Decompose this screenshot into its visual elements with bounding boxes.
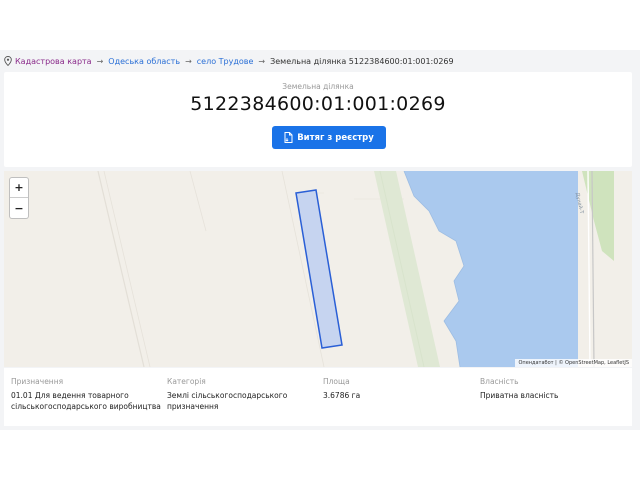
zoom-in-button[interactable]: + [10, 178, 28, 198]
zoom-control: + − [9, 177, 29, 219]
area-label: Площа [323, 377, 350, 386]
map-attribution[interactable]: Опендатабот | © OpenStreetMap, LeafletJS [515, 359, 632, 367]
purpose-field: Призначення 01.01 Для ведення товарного … [11, 377, 161, 412]
breadcrumb-separator: → [185, 56, 192, 66]
map-tiles: Дунай-Т [4, 171, 632, 367]
breadcrumb-separator: → [96, 56, 104, 66]
purpose-value-line1: 01.01 Для ведення товарного [11, 391, 129, 400]
ownership-value: Приватна власність [480, 391, 559, 400]
parcel-info: Призначення 01.01 Для ведення товарного … [4, 368, 632, 426]
category-field: Категорія Землі сільськогосподарського п… [167, 377, 317, 412]
document-icon [284, 132, 293, 143]
area-field: Площа 3.6786 га [323, 377, 473, 401]
breadcrumb: Кадастрова карта → Одеська область → сел… [4, 54, 454, 68]
area-value: 3.6786 га [323, 391, 361, 400]
location-pin-icon [4, 56, 12, 66]
registry-extract-label: Витяг з реєстру [297, 132, 374, 143]
breadcrumb-current: Земельна ділянка 5122384600:01:001:0269 [270, 56, 454, 66]
purpose-value-line2: сільськогосподарського виробництва [11, 402, 161, 411]
breadcrumb-link-region[interactable]: Одеська область [108, 57, 180, 66]
parcel-header-card: Земельна ділянка 5122384600:01:001:0269 … [4, 72, 632, 167]
breadcrumb-link-village[interactable]: село Трудове [197, 57, 254, 66]
category-value-line2: призначення [167, 402, 219, 411]
purpose-label: Призначення [11, 377, 64, 386]
zoom-out-button[interactable]: − [10, 198, 28, 218]
cadastral-number: 5122384600:01:001:0269 [190, 93, 446, 115]
category-value-line1: Землі сільськогосподарського [167, 391, 288, 400]
ownership-field: Власність Приватна власність [480, 377, 630, 401]
category-label: Категорія [167, 377, 206, 386]
map-view[interactable]: Дунай-Т + − Опендатабот | © OpenStreetMa… [4, 171, 632, 367]
parcel-type-label: Земельна ділянка [282, 82, 354, 91]
ownership-label: Власність [480, 377, 519, 386]
breadcrumb-link-cadastral-map[interactable]: Кадастрова карта [15, 57, 92, 66]
registry-extract-button[interactable]: Витяг з реєстру [272, 126, 386, 149]
breadcrumb-separator: → [258, 56, 266, 66]
